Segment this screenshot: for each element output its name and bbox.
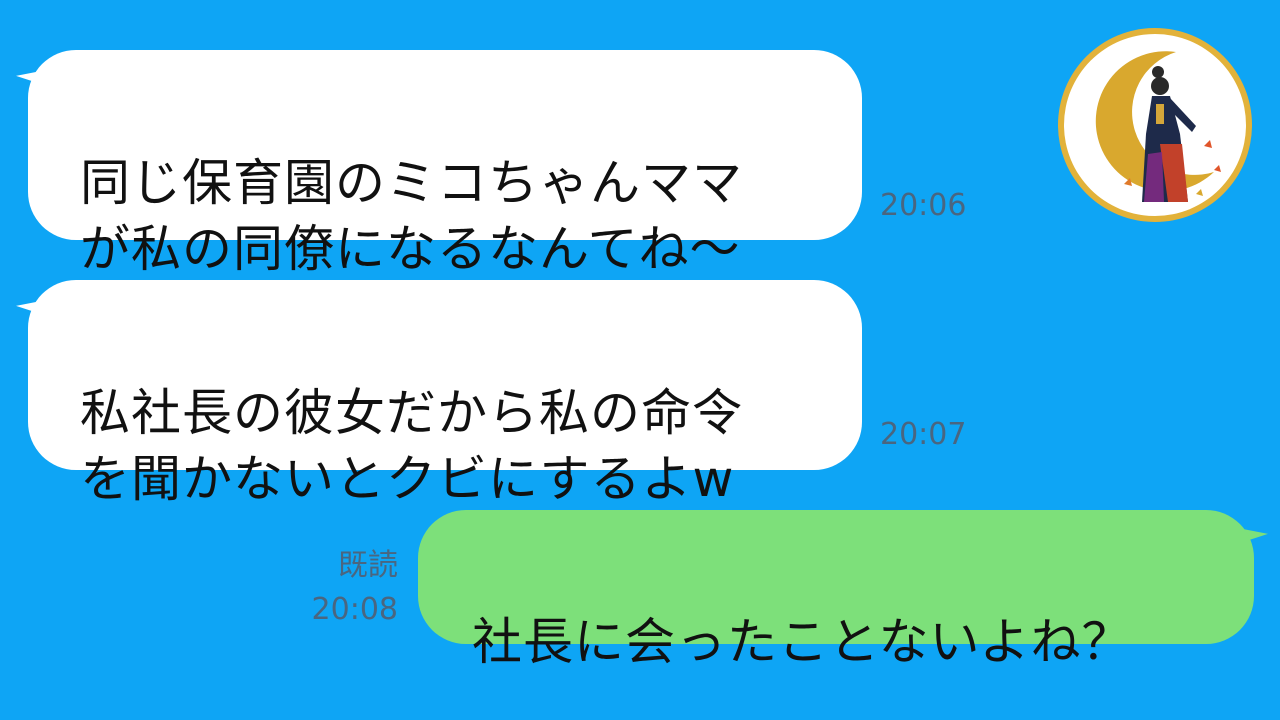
message-text: 私社長の彼女だから私の命令 を聞かないとクビにするよw [80, 384, 743, 508]
read-label: 既読 [338, 548, 398, 583]
message-timestamp: 20:06 [880, 188, 967, 223]
message-timestamp: 20:08 [311, 592, 398, 627]
message-text: 社長に会ったことないよね？ [472, 613, 1133, 671]
avatar[interactable] [1058, 28, 1252, 222]
avatar-image [1064, 34, 1246, 216]
leaf-icon [1204, 140, 1212, 148]
figure-head-icon [1151, 77, 1169, 95]
read-receipt: 既読 20:08 [280, 546, 398, 630]
message-text: 同じ保育園のミコちゃんママ が私の同僚になるなんてね〜 [80, 154, 743, 278]
message-bubble-outgoing[interactable]: 社長に会ったことないよね？ [418, 510, 1254, 671]
message-bubble-incoming[interactable]: 同じ保育園のミコちゃんママ が私の同僚になるなんてね〜 [28, 50, 862, 278]
message-timestamp: 20:07 [880, 417, 967, 452]
kimono-woman-crescent-moon-avatar-icon [1095, 51, 1221, 202]
message-bubble-incoming[interactable]: 私社長の彼女だから私の命令 を聞かないとクビにするよw [28, 280, 862, 508]
